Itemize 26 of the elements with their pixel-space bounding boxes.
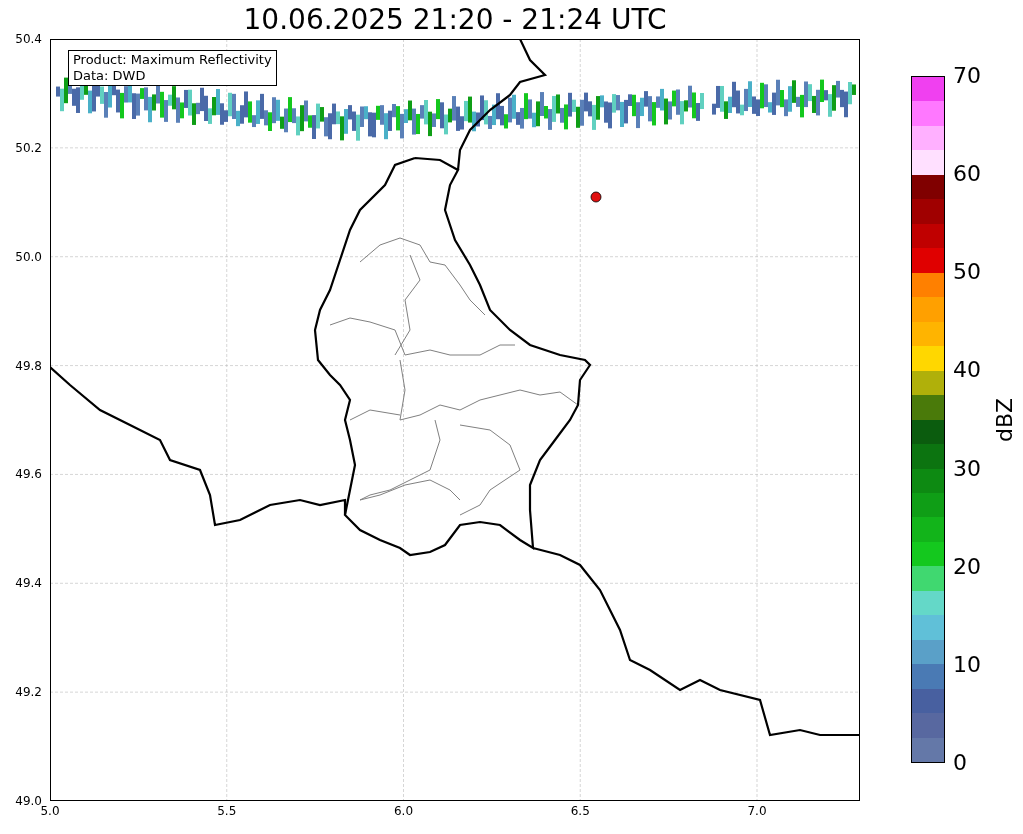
x-tick-label: 5.5	[217, 805, 237, 817]
info-text: Product: Maximum Reflectivity	[73, 52, 272, 68]
y-tick-label: 50.0	[15, 250, 42, 263]
chart-title: 10.06.2025 21:20 - 21:24 UTC	[243, 5, 667, 34]
info-text: Data: DWD	[73, 68, 147, 84]
location-marker-icon	[590, 191, 602, 203]
colorbar-tick-label: 0	[953, 752, 967, 774]
x-tick-label: 6.5	[570, 805, 590, 817]
colorbar-tick-label: 20	[953, 555, 981, 578]
y-tick-label: 50.4	[15, 33, 42, 45]
colorbar-tick-label: 40	[953, 359, 981, 382]
colorbar-tick-label: 50	[953, 261, 981, 284]
y-tick-label: 49.4	[15, 577, 42, 590]
x-tick-label: 5.0	[40, 805, 60, 817]
colorbar-label: dBZ	[994, 397, 1016, 442]
y-tick-label: 50.2	[15, 141, 42, 154]
colorbar-tick-label: 70	[953, 65, 981, 87]
x-tick-label: 7.0	[747, 805, 767, 817]
y-tick-label: 49.8	[15, 359, 42, 372]
x-tick-label: 6.0	[393, 805, 414, 817]
colorbar-tick-label: 30	[953, 457, 981, 480]
y-tick-label: 49.6	[15, 468, 42, 481]
colorbar-tick-label: 10	[953, 653, 981, 676]
colorbar-tick-label: 60	[953, 163, 981, 186]
y-tick-label: 49.0	[15, 795, 42, 807]
y-tick-label: 49.2	[15, 686, 42, 699]
